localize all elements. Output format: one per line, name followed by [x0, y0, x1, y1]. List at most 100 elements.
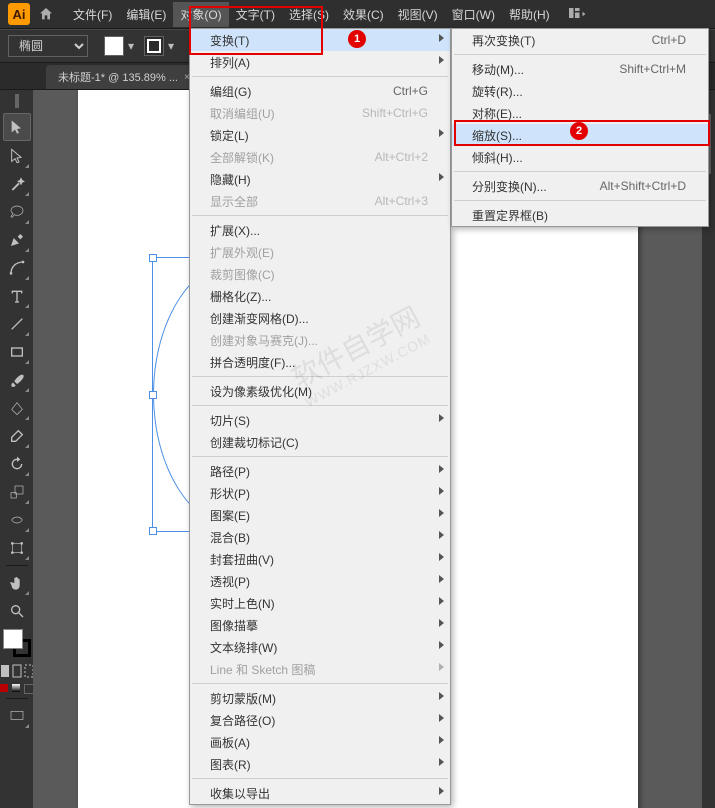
menu-edit[interactable]: 编辑(E) — [119, 2, 173, 27]
stroke-dropdown-icon[interactable]: ▾ — [166, 39, 176, 53]
menu-item-shortcut: Alt+Shift+Ctrl+D — [600, 179, 686, 193]
menu-item-label: 图表(R) — [210, 756, 428, 773]
menu-type[interactable]: 文字(T) — [229, 2, 282, 27]
menu-item[interactable]: 重置定界框(B) — [452, 204, 708, 226]
menu-item[interactable]: 封套扭曲(V) — [190, 548, 450, 570]
selection-tool[interactable] — [3, 113, 31, 141]
menu-item[interactable]: 编组(G)Ctrl+G — [190, 80, 450, 102]
fill-stroke-indicator[interactable] — [3, 629, 31, 657]
menu-item-label: 锁定(L) — [210, 127, 428, 144]
magic-wand-tool[interactable] — [4, 171, 30, 197]
menu-item[interactable]: 切片(S) — [190, 409, 450, 431]
free-transform-tool[interactable] — [4, 535, 30, 561]
menu-item[interactable]: 锁定(L) — [190, 124, 450, 146]
workspace-switch-icon[interactable] — [569, 7, 587, 21]
menu-item[interactable]: 文本绕排(W) — [190, 636, 450, 658]
menu-item[interactable]: 图案(E) — [190, 504, 450, 526]
submenu-arrow-icon — [439, 575, 444, 583]
menu-item-label: 排列(A) — [210, 54, 428, 71]
menu-item[interactable]: 透视(P) — [190, 570, 450, 592]
document-tab[interactable]: 未标题-1* @ 135.89% ... × — [46, 65, 202, 89]
home-icon[interactable] — [38, 6, 54, 22]
line-tool[interactable] — [4, 311, 30, 337]
submenu-arrow-icon — [439, 714, 444, 722]
menu-item-label: 重置定界框(B) — [472, 207, 686, 224]
menu-select[interactable]: 选择(S) — [282, 2, 336, 27]
fill-color[interactable] — [3, 629, 23, 649]
menu-item[interactable]: 画板(A) — [190, 731, 450, 753]
menu-item[interactable]: 图像描摹 — [190, 614, 450, 636]
menu-item[interactable]: 设为像素级优化(M) — [190, 380, 450, 402]
menu-item-shortcut: Alt+Ctrl+2 — [375, 150, 428, 164]
fill-swatch[interactable] — [104, 36, 124, 56]
width-tool[interactable] — [4, 507, 30, 533]
menu-item[interactable]: 对称(E)... — [452, 102, 708, 124]
menu-item[interactable]: 复合路径(O) — [190, 709, 450, 731]
menu-item[interactable]: 再次变换(T)Ctrl+D — [452, 29, 708, 51]
menu-item[interactable]: 创建裁切标记(C) — [190, 431, 450, 453]
curvature-tool[interactable] — [4, 255, 30, 281]
menu-object[interactable]: 对象(O) — [173, 2, 228, 27]
menu-item[interactable]: 扩展(X)... — [190, 219, 450, 241]
scale-tool[interactable] — [4, 479, 30, 505]
menu-item[interactable]: 栅格化(Z)... — [190, 285, 450, 307]
menu-window[interactable]: 窗口(W) — [445, 2, 502, 27]
color-mode-icon[interactable] — [0, 684, 8, 692]
stroke-swatch[interactable] — [144, 36, 164, 56]
handle-top-left[interactable] — [149, 254, 157, 262]
menu-item[interactable]: 旋转(R)... — [452, 80, 708, 102]
menu-item[interactable]: 倾斜(H)... — [452, 146, 708, 168]
submenu-arrow-icon — [439, 129, 444, 137]
lasso-tool[interactable] — [4, 199, 30, 225]
menu-item[interactable]: 移动(M)...Shift+Ctrl+M — [452, 58, 708, 80]
paintbrush-tool[interactable] — [4, 367, 30, 393]
screen-mode-icon[interactable] — [4, 703, 30, 729]
menu-effect[interactable]: 效果(C) — [336, 2, 391, 27]
pen-tool[interactable] — [4, 227, 30, 253]
draw-inside-icon[interactable] — [24, 664, 34, 678]
draw-normal-icon[interactable] — [0, 664, 10, 678]
menu-item[interactable]: 隐藏(H) — [190, 168, 450, 190]
menu-item: 创建对象马赛克(J)... — [190, 329, 450, 351]
shaper-tool[interactable] — [4, 395, 30, 421]
type-tool[interactable] — [4, 283, 30, 309]
zoom-tool[interactable] — [4, 598, 30, 624]
submenu-arrow-icon — [439, 758, 444, 766]
menu-item-shortcut: Shift+Ctrl+G — [362, 106, 428, 120]
tools-drag-handle[interactable] — [15, 94, 19, 108]
menu-item[interactable]: 路径(P) — [190, 460, 450, 482]
menu-item[interactable]: 变换(T) — [190, 29, 450, 51]
rectangle-tool[interactable] — [4, 339, 30, 365]
menu-item[interactable]: 图表(R) — [190, 753, 450, 775]
menu-item[interactable]: 排列(A) — [190, 51, 450, 73]
menu-view[interactable]: 视图(V) — [391, 2, 445, 27]
gradient-mode-icon[interactable] — [12, 684, 20, 692]
menu-item[interactable]: 拼合透明度(F)... — [190, 351, 450, 373]
menu-item[interactable]: 收集以导出 — [190, 782, 450, 804]
rotate-tool[interactable] — [4, 451, 30, 477]
menu-item[interactable]: 混合(B) — [190, 526, 450, 548]
none-mode-icon[interactable] — [24, 684, 34, 694]
handle-mid-left[interactable] — [149, 391, 157, 399]
menu-item[interactable]: 实时上色(N) — [190, 592, 450, 614]
menu-item[interactable]: 剪切蒙版(M) — [190, 687, 450, 709]
menu-item[interactable]: 形状(P) — [190, 482, 450, 504]
menu-item-label: 图案(E) — [210, 507, 428, 524]
draw-behind-icon[interactable] — [12, 664, 22, 678]
menu-item[interactable]: 分别变换(N)...Alt+Shift+Ctrl+D — [452, 175, 708, 197]
submenu-arrow-icon — [439, 487, 444, 495]
submenu-arrow-icon — [439, 465, 444, 473]
menu-help[interactable]: 帮助(H) — [502, 2, 557, 27]
shape-select[interactable]: 椭圆 — [8, 35, 88, 57]
hand-tool[interactable] — [4, 570, 30, 596]
submenu-arrow-icon — [439, 597, 444, 605]
menu-file[interactable]: 文件(F) — [66, 2, 119, 27]
submenu-arrow-icon — [439, 56, 444, 64]
submenu-arrow-icon — [439, 414, 444, 422]
menu-item-label: 透视(P) — [210, 573, 428, 590]
fill-dropdown-icon[interactable]: ▾ — [126, 39, 136, 53]
eraser-tool[interactable] — [4, 423, 30, 449]
handle-bot-left[interactable] — [149, 527, 157, 535]
direct-selection-tool[interactable] — [4, 143, 30, 169]
menu-item[interactable]: 创建渐变网格(D)... — [190, 307, 450, 329]
